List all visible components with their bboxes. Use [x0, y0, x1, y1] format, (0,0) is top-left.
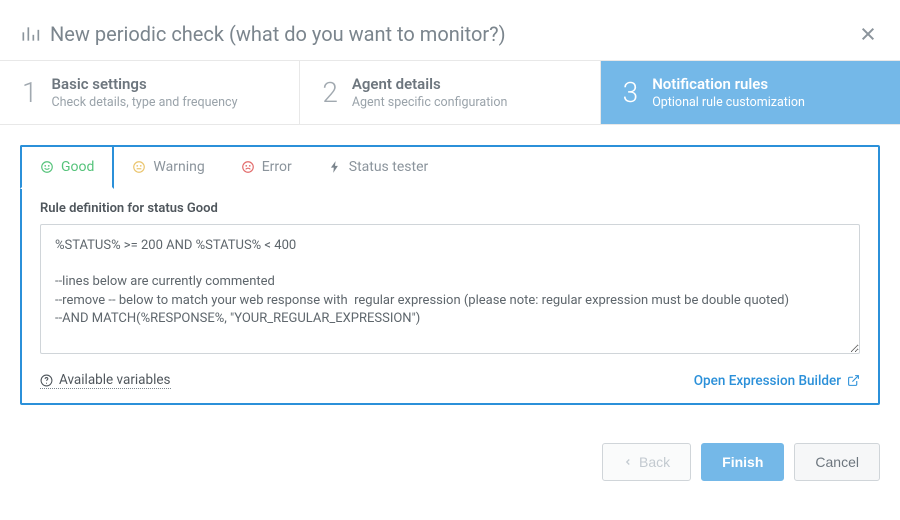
step-number: 2	[322, 76, 338, 109]
modal-title: New periodic check (what do you want to …	[50, 22, 856, 46]
tab-warning[interactable]: Warning	[114, 147, 222, 187]
button-label: Cancel	[815, 454, 859, 470]
expression-builder-link[interactable]: Open Expression Builder	[694, 373, 860, 389]
frown-icon	[241, 160, 255, 174]
modal-header: New periodic check (what do you want to …	[0, 0, 900, 60]
modal: New periodic check (what do you want to …	[0, 0, 900, 501]
step-title: Basic settings	[52, 75, 238, 93]
modal-footer: Back Finish Cancel	[0, 425, 900, 501]
link-label: Open Expression Builder	[694, 373, 841, 389]
content-area: Good Warning Error	[0, 125, 900, 425]
available-variables-link[interactable]: Available variables	[40, 372, 171, 389]
step-subtitle: Optional rule customization	[652, 95, 805, 110]
finish-button[interactable]: Finish	[701, 443, 784, 481]
step-basic-settings[interactable]: 1 Basic settings Check details, type and…	[0, 61, 300, 124]
link-label: Available variables	[59, 372, 171, 388]
status-panel: Good Warning Error	[20, 145, 880, 405]
tab-label: Warning	[153, 159, 204, 175]
step-agent-details[interactable]: 2 Agent details Agent specific configura…	[300, 61, 600, 124]
step-number: 1	[22, 76, 38, 109]
panel-body: Rule definition for status Good Availabl…	[22, 187, 878, 403]
step-title: Agent details	[352, 75, 508, 93]
step-subtitle: Check details, type and frequency	[52, 95, 238, 110]
step-number: 3	[623, 76, 639, 109]
status-tabs: Good Warning Error	[22, 147, 878, 187]
external-link-icon	[847, 374, 860, 387]
wizard-steps: 1 Basic settings Check details, type and…	[0, 60, 900, 125]
tab-good[interactable]: Good	[20, 145, 114, 189]
close-icon[interactable]	[856, 22, 880, 46]
step-notification-rules[interactable]: 3 Notification rules Optional rule custo…	[601, 61, 900, 124]
smile-icon	[40, 160, 54, 174]
bolt-icon	[328, 160, 342, 174]
step-title: Notification rules	[652, 75, 805, 93]
meh-icon	[132, 160, 146, 174]
step-subtitle: Agent specific configuration	[352, 95, 508, 110]
rule-definition-label: Rule definition for status Good	[40, 201, 860, 216]
tab-label: Error	[262, 159, 292, 175]
cancel-button[interactable]: Cancel	[794, 443, 880, 481]
bar-chart-icon	[20, 24, 40, 44]
tab-error[interactable]: Error	[223, 147, 310, 187]
button-label: Back	[639, 454, 670, 470]
button-label: Finish	[722, 454, 763, 470]
chevron-left-icon	[623, 457, 633, 467]
help-row: Available variables Open Expression Buil…	[40, 372, 860, 389]
tab-status-tester[interactable]: Status tester	[310, 147, 446, 187]
back-button[interactable]: Back	[602, 443, 691, 481]
rule-definition-input[interactable]	[40, 224, 860, 354]
help-icon	[40, 374, 53, 387]
tab-label: Status tester	[349, 159, 428, 175]
tab-label: Good	[61, 159, 94, 175]
